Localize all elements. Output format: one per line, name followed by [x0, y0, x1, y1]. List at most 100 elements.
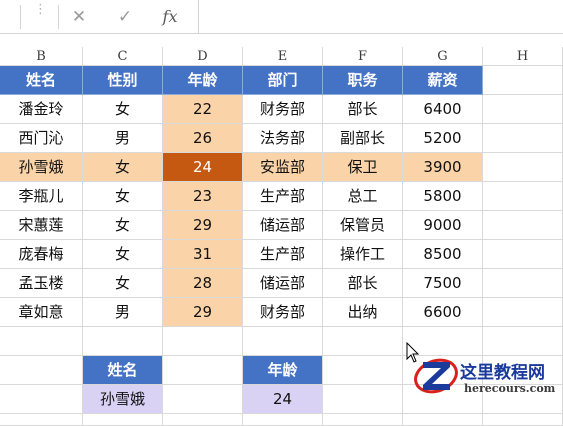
- table-header-cell[interactable]: 姓名: [0, 66, 83, 95]
- table-cell[interactable]: 24: [163, 153, 243, 182]
- table-cell[interactable]: 29: [163, 211, 243, 240]
- lookup-age-label[interactable]: 年龄: [243, 356, 323, 385]
- table-cell[interactable]: 7500: [403, 269, 483, 298]
- table-cell[interactable]: 保卫: [323, 153, 403, 182]
- cell[interactable]: [163, 414, 243, 426]
- table-cell[interactable]: 储运部: [243, 211, 323, 240]
- lookup-age-value[interactable]: 24: [243, 385, 323, 414]
- cell[interactable]: [483, 124, 563, 153]
- table-cell[interactable]: 6400: [403, 95, 483, 124]
- column-header-h[interactable]: H: [483, 47, 563, 66]
- table-cell[interactable]: 男: [83, 124, 163, 153]
- table-cell[interactable]: 财务部: [243, 298, 323, 327]
- cell[interactable]: [483, 269, 563, 298]
- cell[interactable]: [163, 385, 243, 414]
- column-header-e[interactable]: E: [243, 47, 323, 66]
- table-cell[interactable]: 储运部: [243, 269, 323, 298]
- table-cell[interactable]: 生产部: [243, 240, 323, 269]
- table-header-cell[interactable]: 薪资: [403, 66, 483, 95]
- table-cell[interactable]: 部长: [323, 95, 403, 124]
- table-cell[interactable]: 9000: [403, 211, 483, 240]
- table-cell[interactable]: 女: [83, 182, 163, 211]
- cell[interactable]: [483, 211, 563, 240]
- close-icon[interactable]: ✕: [68, 7, 90, 27]
- table-cell[interactable]: 章如意: [0, 298, 83, 327]
- cell[interactable]: [0, 356, 83, 385]
- cell[interactable]: [83, 414, 163, 426]
- formula-bar: ⋮ ✕ ✓ fx: [0, 0, 563, 34]
- cell[interactable]: [323, 414, 403, 426]
- table-cell[interactable]: 26: [163, 124, 243, 153]
- table-cell[interactable]: 操作工: [323, 240, 403, 269]
- cell[interactable]: [403, 414, 483, 426]
- table-cell[interactable]: 31: [163, 240, 243, 269]
- cell[interactable]: [483, 153, 563, 182]
- cell[interactable]: [483, 414, 563, 426]
- more-options-icon[interactable]: ⋮: [34, 3, 47, 27]
- cell[interactable]: [243, 414, 323, 426]
- cell[interactable]: [163, 327, 243, 356]
- cell[interactable]: [163, 356, 243, 385]
- table-cell[interactable]: 28: [163, 269, 243, 298]
- cell[interactable]: [483, 95, 563, 124]
- watermark-url: herecours.com: [464, 382, 556, 395]
- table-cell[interactable]: 潘金玲: [0, 95, 83, 124]
- lookup-name-value[interactable]: 孙雪娥: [83, 385, 163, 414]
- table-cell[interactable]: 女: [83, 240, 163, 269]
- cell[interactable]: [483, 240, 563, 269]
- table-cell[interactable]: 22: [163, 95, 243, 124]
- table-cell[interactable]: 副部长: [323, 124, 403, 153]
- table-cell[interactable]: 男: [83, 298, 163, 327]
- table-cell[interactable]: 23: [163, 182, 243, 211]
- table-cell[interactable]: 出纳: [323, 298, 403, 327]
- check-icon[interactable]: ✓: [114, 7, 136, 27]
- table-header-cell[interactable]: 性别: [83, 66, 163, 95]
- column-header-f[interactable]: F: [323, 47, 403, 66]
- cell[interactable]: [483, 66, 563, 95]
- formula-bar-divider: [58, 5, 59, 29]
- table-cell[interactable]: 女: [83, 95, 163, 124]
- table-cell[interactable]: 保管员: [323, 211, 403, 240]
- table-cell[interactable]: 生产部: [243, 182, 323, 211]
- cell[interactable]: [243, 327, 323, 356]
- cell[interactable]: [323, 385, 403, 414]
- column-header-b[interactable]: B: [0, 47, 83, 66]
- cell[interactable]: [0, 327, 83, 356]
- cell[interactable]: [0, 385, 83, 414]
- table-cell[interactable]: 孙雪娥: [0, 153, 83, 182]
- cell[interactable]: [323, 356, 403, 385]
- table-header-cell[interactable]: 年龄: [163, 66, 243, 95]
- cell[interactable]: [483, 182, 563, 211]
- table-cell[interactable]: 女: [83, 269, 163, 298]
- cell[interactable]: [0, 414, 83, 426]
- column-header-g[interactable]: G: [403, 47, 483, 66]
- formula-input[interactable]: [198, 0, 563, 33]
- cell[interactable]: [323, 327, 403, 356]
- table-cell[interactable]: 总工: [323, 182, 403, 211]
- cell[interactable]: [483, 298, 563, 327]
- column-header-c[interactable]: C: [83, 47, 163, 66]
- column-header-d[interactable]: D: [163, 47, 243, 66]
- cell[interactable]: [83, 327, 163, 356]
- table-cell[interactable]: 8500: [403, 240, 483, 269]
- table-cell[interactable]: 部长: [323, 269, 403, 298]
- table-header-cell[interactable]: 部门: [243, 66, 323, 95]
- function-icon[interactable]: fx: [159, 7, 181, 27]
- table-cell[interactable]: 29: [163, 298, 243, 327]
- table-cell[interactable]: 6600: [403, 298, 483, 327]
- table-cell[interactable]: 宋蕙莲: [0, 211, 83, 240]
- table-cell[interactable]: 法务部: [243, 124, 323, 153]
- table-cell[interactable]: 女: [83, 153, 163, 182]
- table-cell[interactable]: 西门沁: [0, 124, 83, 153]
- table-cell[interactable]: 3900: [403, 153, 483, 182]
- table-cell[interactable]: 5200: [403, 124, 483, 153]
- table-header-cell[interactable]: 职务: [323, 66, 403, 95]
- table-cell[interactable]: 李瓶儿: [0, 182, 83, 211]
- table-cell[interactable]: 5800: [403, 182, 483, 211]
- table-cell[interactable]: 孟玉楼: [0, 269, 83, 298]
- lookup-name-label[interactable]: 姓名: [83, 356, 163, 385]
- table-cell[interactable]: 庞春梅: [0, 240, 83, 269]
- table-cell[interactable]: 女: [83, 211, 163, 240]
- table-cell[interactable]: 财务部: [243, 95, 323, 124]
- table-cell[interactable]: 安监部: [243, 153, 323, 182]
